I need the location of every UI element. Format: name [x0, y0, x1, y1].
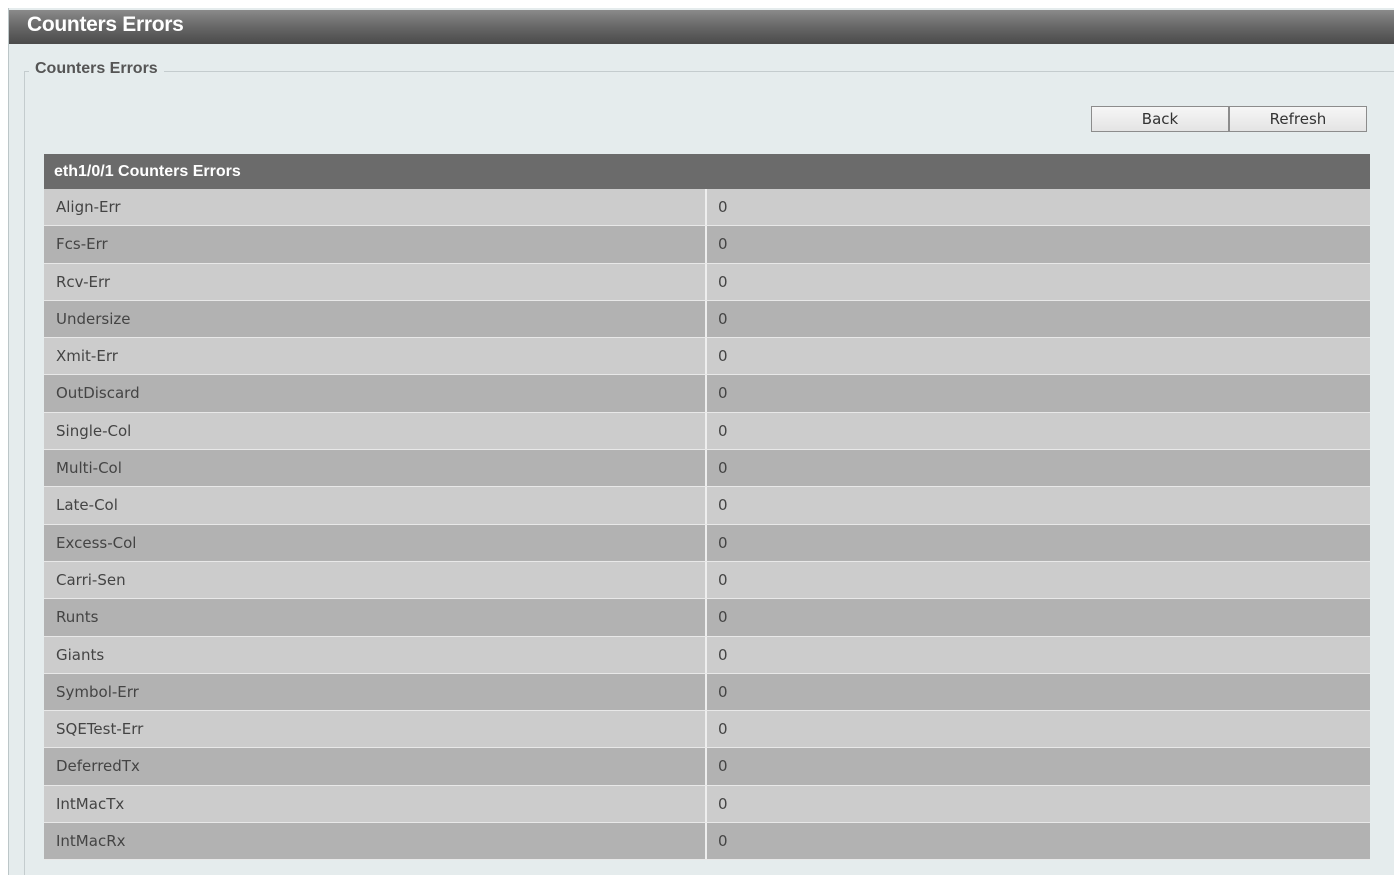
content-frame: Counters Errors Counters Errors Back Ref… [8, 8, 1394, 875]
table-row: Rcv-Err 0 [44, 263, 1370, 301]
counter-name: Rcv-Err [44, 263, 707, 300]
counter-value: 0 [718, 757, 728, 776]
counter-value: 0 [718, 235, 728, 254]
page-title: Counters Errors [27, 13, 184, 36]
counter-name: Carri-Sen [44, 561, 707, 599]
counters-errors-table: eth1/0/1 Counters Errors Align-Err 0 Fcs-E… [44, 154, 1370, 861]
counter-name: OutDiscard [44, 375, 707, 412]
counter-value: 0 [718, 832, 728, 851]
counter-name: IntMacRx [44, 823, 707, 860]
counter-value: 0 [718, 309, 728, 328]
table-row: Carri-Sen 0 [44, 561, 1370, 600]
counter-value: 0 [718, 570, 728, 589]
counter-name: Single-Col [44, 412, 707, 450]
back-button[interactable]: Back [1091, 106, 1229, 132]
counter-value: 0 [718, 496, 728, 515]
table-row: Excess-Col 0 [44, 524, 1370, 562]
table-row: Undersize 0 [44, 300, 1370, 339]
counter-name: IntMacTx [44, 785, 707, 823]
table-row: IntMacRx 0 [44, 823, 1370, 861]
counter-name: Xmit-Err [44, 338, 707, 375]
table-body: Align-Err 0 Fcs-Err 0 Rcv-Err 0 Undersize 0 Xmit… [44, 189, 1370, 861]
counter-value: 0 [718, 347, 728, 366]
counter-value: 0 [718, 645, 728, 664]
counter-value: 0 [718, 198, 728, 216]
counter-value: 0 [718, 272, 728, 291]
counter-value: 0 [718, 533, 728, 552]
counter-name: Align-Err [44, 189, 707, 226]
counter-name: Symbol-Err [44, 673, 707, 711]
table-row: IntMacTx 0 [44, 785, 1370, 824]
refresh-button[interactable]: Refresh [1229, 106, 1367, 132]
counter-name: DeferredTx [44, 748, 707, 785]
page-title-bar: Counters Errors [9, 10, 1394, 44]
table-row: Xmit-Err 0 [44, 338, 1370, 376]
table-row: Fcs-Err 0 [44, 226, 1370, 264]
table-row: SQETest-Err 0 [44, 711, 1370, 749]
table-row: Symbol-Err 0 [44, 673, 1370, 712]
table-row: Multi-Col 0 [44, 450, 1370, 488]
table-row: Align-Err 0 [44, 189, 1370, 227]
counter-value: 0 [718, 794, 728, 813]
counter-value: 0 [718, 421, 728, 440]
table-row: Late-Col 0 [44, 487, 1370, 525]
table-row: OutDiscard 0 [44, 375, 1370, 413]
counter-value: 0 [718, 720, 728, 739]
section-legend: Counters Errors [29, 60, 164, 78]
table-row: DeferredTx 0 [44, 748, 1370, 786]
counter-name: Excess-Col [44, 524, 707, 561]
counter-value: 0 [718, 384, 728, 403]
table-row: Giants 0 [44, 636, 1370, 674]
counter-name: Late-Col [44, 487, 707, 524]
counter-name: Undersize [44, 300, 707, 338]
counter-name: Multi-Col [44, 450, 707, 487]
counter-name: Fcs-Err [44, 226, 707, 263]
counter-name: Runts [44, 599, 707, 636]
table-header: eth1/0/1 Counters Errors [44, 154, 1370, 189]
table-row: Single-Col 0 [44, 412, 1370, 451]
table-row: Runts 0 [44, 599, 1370, 637]
counter-value: 0 [718, 459, 728, 478]
counter-name: SQETest-Err [44, 711, 707, 748]
counter-value: 0 [718, 682, 728, 701]
counter-name: Giants [44, 636, 707, 673]
counter-value: 0 [718, 608, 728, 627]
